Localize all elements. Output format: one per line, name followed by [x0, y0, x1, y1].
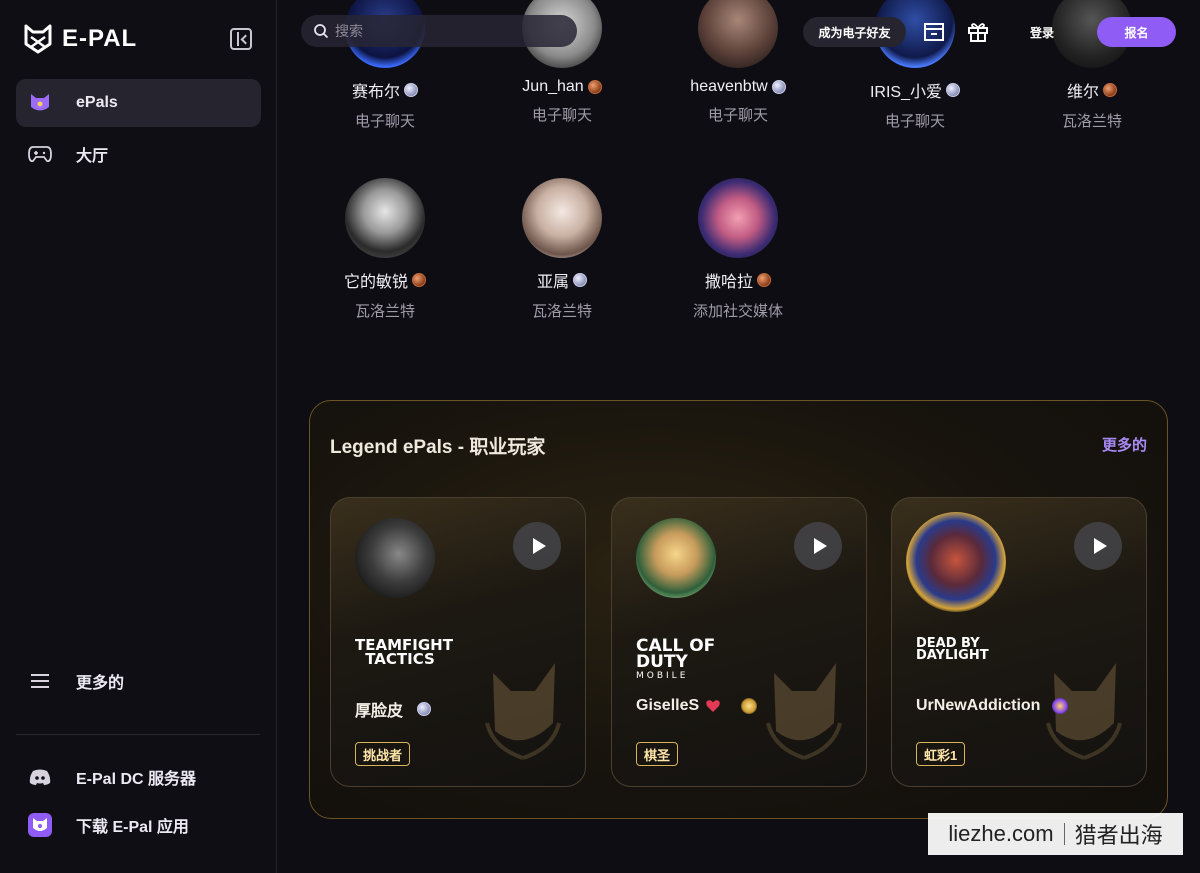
legend-epals-section: Legend ePals - 职业玩家 更多的 TEAMFIGHT TACTIC…	[309, 400, 1168, 819]
sidebar-divider	[16, 734, 260, 735]
sidebar-item-discord[interactable]: E-Pal DC 服务器	[16, 753, 261, 801]
avatar	[636, 518, 716, 598]
player-name: 亚属	[536, 274, 569, 291]
player-category: 添加社交媒体	[692, 303, 783, 320]
player-name: 它的敏锐	[343, 274, 408, 291]
player-name: 维尔	[1066, 84, 1099, 101]
discord-icon	[28, 765, 52, 789]
player-name: IRIS_小爱	[869, 84, 943, 101]
player-name: 撒哈拉	[704, 274, 753, 291]
player-card[interactable]: heavenbtw 电子聊天	[668, 0, 808, 125]
silver-rank-icon	[417, 702, 432, 716]
sidebar-item-more[interactable]: 更多的	[16, 657, 261, 705]
signup-button[interactable]: 报名	[1097, 17, 1176, 47]
player-card[interactable]: 撒哈拉 添加社交媒体	[668, 178, 808, 321]
section-title: Legend ePals - 职业玩家	[330, 437, 546, 458]
watermark: liezhe.com 猎者出海	[928, 813, 1183, 855]
avatar	[345, 178, 425, 258]
menu-icon	[28, 669, 52, 693]
player-name: 赛布尔	[351, 84, 400, 101]
game-logo-line: TACTICS	[365, 650, 435, 669]
avatar	[522, 178, 602, 258]
tier-badge: 棋圣	[636, 742, 679, 766]
legend-player-name: 厚脸皮	[355, 703, 404, 720]
player-category: 电子聊天	[884, 113, 945, 130]
sidebar-item-download[interactable]: 下载 E-Pal 应用	[16, 801, 261, 849]
gamepad-icon	[28, 142, 52, 166]
player-card[interactable]: 亚属 瓦洛兰特	[492, 178, 632, 321]
epal-cat-emblem-icon	[766, 663, 842, 760]
epal-app-icon	[28, 813, 52, 837]
avatar	[355, 518, 435, 598]
sidebar-item-label: 更多的	[76, 675, 125, 692]
bronze-rank-icon	[412, 273, 426, 287]
tier-badge: 虹彩1	[916, 742, 966, 766]
search-icon	[314, 24, 329, 39]
collapse-sidebar-icon[interactable]	[230, 28, 252, 50]
game-logo-line: DAYLIGHT	[916, 648, 989, 664]
avatar	[698, 178, 778, 258]
play-icon[interactable]	[513, 522, 561, 570]
watermark-divider	[1063, 823, 1065, 845]
login-link[interactable]: 登录	[1030, 24, 1054, 41]
avatar	[698, 0, 778, 68]
sidebar-item-label: ePals	[76, 94, 118, 111]
logo[interactable]: E-PAL	[24, 24, 137, 54]
sidebar-item-label: E-Pal DC 服务器	[76, 771, 197, 788]
legend-player-name: UrNewAddiction	[916, 697, 1041, 714]
game-logo: TEAMFIGHT TACTICS	[355, 637, 453, 669]
player-category: 电子聊天	[707, 107, 768, 124]
store-icon[interactable]	[922, 20, 946, 44]
watermark-domain: liezhe.com	[948, 821, 1054, 846]
heart-icon	[706, 700, 720, 712]
sidebar-item-epals[interactable]: ePals	[16, 79, 261, 127]
bronze-rank-icon	[1103, 83, 1117, 97]
player-card[interactable]: 它的敏锐 瓦洛兰特	[315, 178, 455, 321]
player-category: 瓦洛兰特	[354, 303, 415, 320]
tier-badge: 挑战者	[355, 742, 411, 766]
brand-name: E-PAL	[62, 25, 138, 52]
epal-cat-icon	[28, 91, 52, 115]
player-name: heavenbtw	[690, 78, 768, 95]
gift-icon[interactable]	[966, 20, 990, 44]
sidebar: E-PAL ePals 大厅 更多的 E-Pal DC 服务器 下载 E-Pal…	[0, 0, 277, 873]
silver-rank-icon	[573, 273, 587, 287]
player-category: 瓦洛兰特	[531, 303, 592, 320]
player-category: 电子聊天	[354, 113, 415, 130]
legend-card[interactable]: DEAD BY DAYLIGHT UrNewAddiction 虹彩1	[891, 497, 1147, 787]
game-logo: CALL OF DUTY MOBILE	[636, 636, 736, 682]
silver-rank-icon	[404, 83, 418, 97]
play-icon[interactable]	[794, 522, 842, 570]
become-epal-button[interactable]: 成为电子好友	[803, 17, 906, 47]
game-logo-line: CALL OF DUTY	[636, 636, 716, 673]
iridescent-rank-icon	[1052, 698, 1069, 714]
legend-card[interactable]: CALL OF DUTY MOBILE GiselleS 棋圣	[611, 497, 867, 787]
player-category: 瓦洛兰特	[1061, 113, 1122, 130]
grandmaster-rank-icon	[741, 698, 758, 714]
search-input[interactable]	[335, 23, 555, 39]
game-logo-line: MOBILE	[636, 671, 689, 682]
silver-rank-icon	[946, 83, 961, 97]
more-link[interactable]: 更多的	[1102, 434, 1147, 455]
avatar	[906, 512, 1006, 612]
epal-cat-emblem-icon	[485, 663, 561, 760]
silver-rank-icon	[771, 80, 786, 94]
legend-player-name: GiselleS	[636, 697, 700, 714]
sidebar-item-label: 下载 E-Pal 应用	[76, 819, 189, 836]
sidebar-item-lobby[interactable]: 大厅	[16, 130, 261, 178]
epal-cat-logo-icon	[24, 24, 52, 54]
player-name: Jun_han	[522, 78, 584, 95]
bronze-rank-icon	[757, 273, 771, 287]
play-icon[interactable]	[1074, 522, 1122, 570]
sidebar-item-label: 大厅	[76, 148, 109, 165]
legend-card[interactable]: TEAMFIGHT TACTICS 厚脸皮 挑战者	[330, 497, 586, 787]
search-bar[interactable]	[301, 15, 577, 47]
bronze-rank-icon	[587, 80, 602, 94]
player-category: 电子聊天	[531, 107, 592, 124]
game-logo: DEAD BY DAYLIGHT	[916, 637, 1016, 664]
watermark-brand: 猎者出海	[1074, 823, 1163, 848]
